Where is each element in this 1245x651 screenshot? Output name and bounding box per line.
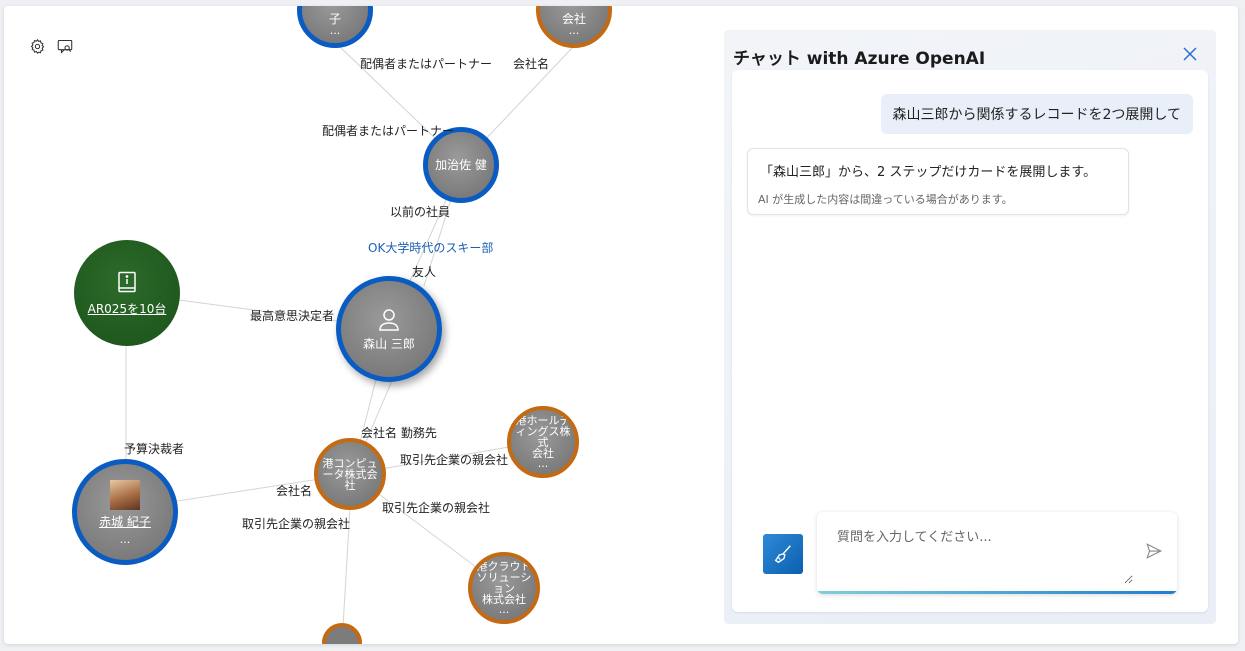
node-more: ... [537,457,549,470]
edge-label: 会社名 [513,57,550,71]
edge-label-link[interactable]: OK大学時代のスキー部 [368,239,493,256]
chat-title: チャット with Azure OpenAI [733,49,986,69]
main-card: 子 ... 会社 ... 加治佐 健 AR025を10台 森山 三郎 港ホールデ… [4,6,1238,644]
edge-label: 取引先企業の親会社 [242,517,351,531]
node-minato-computer[interactable]: 港コンピュ ータ株式会 社 [314,438,386,510]
edge-label: 以前の社員 [390,205,451,219]
ai-message-text: 「森山三郎」から、2 ステップだけカードを展開します。 [760,165,1097,180]
node-label-line: ータ株式会 [322,467,378,481]
info-book-icon [118,271,136,292]
node-label: 赤城 紀子 [99,514,151,529]
node-minato-holdings[interactable]: 港ホールデ ィングス株式 会社 ... [507,406,579,478]
chat-panel: チャット with Azure OpenAI 森山三郎から関係するレコードを2つ… [724,30,1216,624]
node-more: ... [498,603,510,616]
broom-icon [774,545,791,564]
ai-disclaimer: AI が生成した内容は間違っている場合があります。 [758,193,1013,206]
edge-label: 会社名 勤務先 [361,426,437,440]
question-input[interactable] [817,512,1133,584]
node-minato-cloud[interactable]: 港クラウド ソリューション 株式会社 ... [468,552,540,624]
send-icon [1146,543,1163,559]
node-label: 加治佐 健 [435,157,487,172]
edge-label: 最高意思決定者 [250,309,335,323]
relationship-graph[interactable]: 子 ... 会社 ... 加治佐 健 AR025を10台 森山 三郎 港ホールデ… [4,6,724,644]
node-moriyama[interactable]: 森山 三郎 [336,276,442,382]
chat-messages: 森山三郎から関係するレコードを2つ展開して 「森山三郎」から、2 ステップだけカ… [732,70,1208,612]
avatar-photo [110,479,140,510]
edge-label: 配偶者またはパートナー [322,124,455,138]
user-message: 森山三郎から関係するレコードを2つ展開して [880,94,1193,134]
node-more: ... [568,23,580,37]
edge-label: 会社名 [276,484,313,498]
clear-chat-button[interactable] [763,534,803,574]
input-accent-bar [817,591,1177,594]
close-icon [1183,47,1197,61]
edge-label: 取引先企業の親会社 [382,501,491,515]
close-button[interactable] [1180,44,1200,64]
gear-icon [30,38,44,54]
edge-label: 予算決裁者 [124,442,185,456]
node-label-line: 社 [344,478,356,492]
feedback-button[interactable] [55,36,75,56]
node-label: 森山 三郎 [363,336,415,351]
edge-label: 取引先企業の親会社 [400,453,509,467]
settings-button[interactable] [27,36,47,56]
ai-message: 「森山三郎」から、2 ステップだけカードを展開します。 AI が生成した内容は間… [747,148,1129,215]
question-input-box [817,512,1177,594]
node-ar025[interactable]: AR025を10台 [74,240,180,346]
node-label-line: 港コンピュ [322,456,378,470]
node-label: AR025を10台 [87,301,167,316]
node-more: ... [119,532,131,546]
send-button[interactable] [1145,542,1165,562]
edge-label: 友人 [412,265,437,279]
node-akagi[interactable]: 赤城 紀子 ... [72,459,178,565]
node-label-line: ソリューション [476,571,532,595]
node-label-line: ィングス株式 [515,425,571,449]
person-icon [379,308,399,331]
node-more: ... [329,23,341,37]
feedback-icon [57,39,73,54]
edge-label: 配偶者またはパートナー [360,57,493,71]
